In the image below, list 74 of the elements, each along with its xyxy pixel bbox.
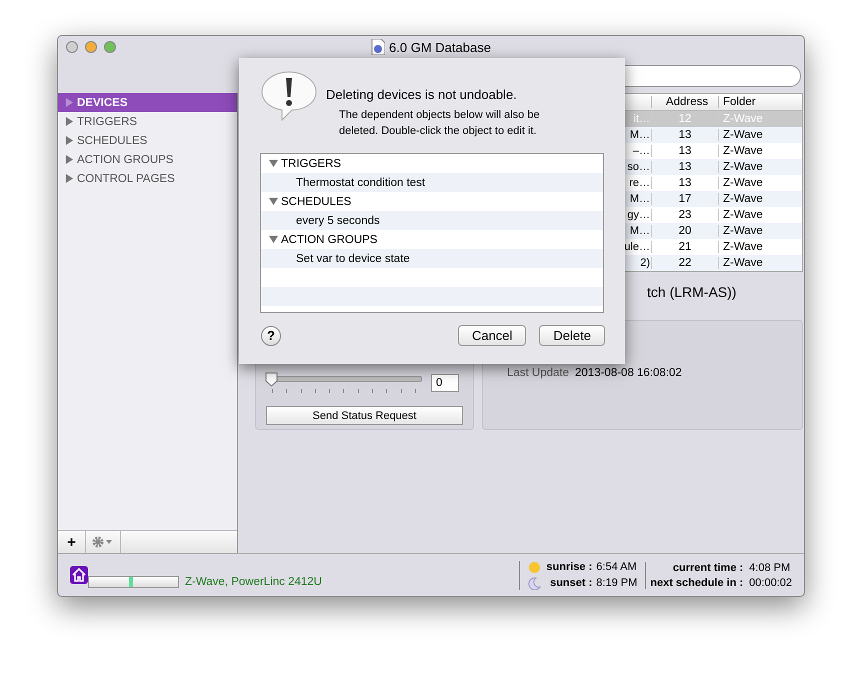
- table-cell: Z-Wave: [718, 257, 802, 269]
- time-value: 8:19 PM: [596, 577, 638, 589]
- help-button[interactable]: ?: [261, 326, 281, 346]
- disclosure-triangle-icon[interactable]: [65, 155, 74, 164]
- connection-status: Z-Wave, PowerLinc 2412U: [185, 576, 322, 588]
- table-cell: 13: [651, 177, 718, 189]
- table-cell: 21: [651, 241, 718, 253]
- document-icon: [371, 39, 386, 55]
- time-value: 4:08 PM: [749, 562, 792, 574]
- table-cell: 13: [651, 161, 718, 173]
- dialog-button[interactable]: Cancel: [458, 325, 526, 346]
- table-cell: 23: [651, 209, 718, 221]
- table-cell: Z-Wave: [718, 161, 802, 173]
- field-value: 2013-08-08 16:08:02: [575, 367, 682, 381]
- window-title: 6.0 GM Database: [389, 40, 491, 54]
- dialog-button[interactable]: Delete: [539, 325, 605, 346]
- table-cell-text: M…: [628, 225, 651, 237]
- table-cell-text: ule…: [623, 241, 651, 253]
- table-cell: Z-Wave: [718, 241, 802, 253]
- table-cell: Z-Wave: [718, 145, 802, 157]
- table-cell: 13: [651, 145, 718, 157]
- dialog-title: Deleting devices is not undoable.: [326, 87, 518, 102]
- disclosure-triangle-icon[interactable]: [65, 174, 74, 183]
- table-cell: 13: [651, 129, 718, 141]
- time-label: sunset :: [549, 577, 592, 589]
- table-cell: 20: [651, 225, 718, 237]
- minimize-button[interactable]: [85, 41, 97, 53]
- table-cell: Z-Wave: [718, 193, 802, 205]
- table-cell-text: 2): [639, 257, 651, 269]
- house-icon: [70, 566, 88, 584]
- close-button[interactable]: [66, 41, 78, 53]
- sidebar-item[interactable]: SCHEDULES: [58, 131, 237, 150]
- table-cell-text: gy…: [626, 209, 651, 221]
- time-label: current time :: [672, 562, 744, 574]
- gear-icon: [92, 536, 114, 548]
- time-label: sunrise :: [546, 561, 592, 573]
- table-cell: Z-Wave: [718, 209, 802, 221]
- dialog-message: The dependent objects below will also be deleted. Double-click the object to edit it.: [339, 108, 541, 139]
- table-cell: Z-Wave: [718, 129, 802, 141]
- device-title: tch (LRM-AS)): [647, 284, 736, 300]
- table-cell-text: M…: [628, 193, 651, 205]
- add-button[interactable]: +: [58, 531, 86, 553]
- field-label: Last Update: [507, 367, 570, 381]
- column-header[interactable]: Address: [651, 96, 718, 108]
- moon-icon: [528, 576, 542, 590]
- time-label: next schedule in :: [650, 576, 744, 588]
- disclosure-triangle-icon[interactable]: [65, 117, 74, 126]
- table-cell-text: –…: [632, 145, 651, 157]
- table-cell-text: M…: [628, 129, 651, 141]
- time-value: 6:54 AM: [596, 561, 638, 573]
- zoom-button[interactable]: [104, 41, 116, 53]
- expanded-triangle-icon[interactable]: [269, 235, 278, 244]
- sidebar-item[interactable]: TRIGGERS: [58, 112, 237, 131]
- expanded-triangle-icon[interactable]: [269, 197, 278, 206]
- sidebar-item[interactable]: ACTION GROUPS: [58, 150, 237, 169]
- table-cell: Z-Wave: [718, 177, 802, 189]
- sidebar-item[interactable]: DEVICES: [58, 93, 237, 112]
- sidebar-item[interactable]: CONTROL PAGES: [58, 169, 237, 188]
- send-status-request-button[interactable]: Send Status Request: [266, 406, 463, 425]
- table-cell: 17: [651, 193, 718, 205]
- table-cell-text: re…: [628, 177, 651, 189]
- column-header[interactable]: Folder: [718, 96, 802, 108]
- brightness-slider[interactable]: [266, 372, 422, 394]
- time-value: 00:00:02: [749, 576, 792, 588]
- value-field[interactable]: 0: [431, 374, 459, 392]
- alert-icon: [260, 70, 318, 122]
- disclosure-triangle-icon[interactable]: [65, 98, 74, 107]
- table-cell: 22: [651, 257, 718, 269]
- table-cell: Z-Wave: [718, 225, 802, 237]
- table-cell-text: so…: [626, 161, 651, 173]
- sun-icon: [528, 560, 542, 574]
- disclosure-triangle-icon[interactable]: [65, 136, 74, 145]
- slider-thumb[interactable]: [265, 372, 278, 387]
- expanded-triangle-icon[interactable]: [269, 159, 278, 168]
